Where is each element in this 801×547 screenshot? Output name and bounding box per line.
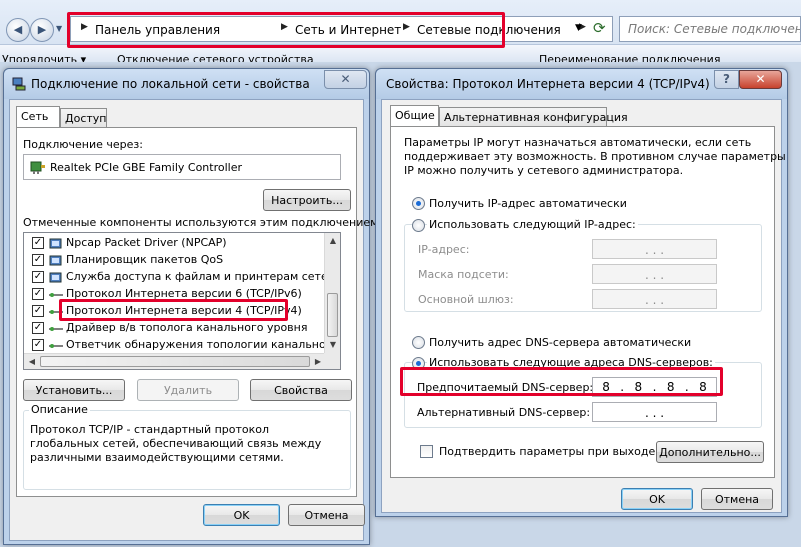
component-name: Драйвер в/в тополога канального уровня <box>66 321 308 334</box>
install-button[interactable]: Установить... <box>23 379 125 401</box>
general-tab-panel: Параметры IP могут назначаться автоматич… <box>390 126 786 478</box>
ipv4-highlight-box <box>59 299 288 321</box>
protocol-icon <box>49 344 63 348</box>
address-highlight-box <box>67 12 505 48</box>
description-group: Описание Протокол TCP/IP - стандартный п… <box>23 403 351 490</box>
component-checkbox[interactable]: ✓ <box>32 305 44 317</box>
ipv4-properties-title: Свойства: Протокол Интернета версии 4 (T… <box>386 77 710 91</box>
configure-button[interactable]: Настроить... <box>263 189 351 211</box>
manual-ip-label[interactable]: Использовать следующий IP-адрес: <box>427 218 638 231</box>
components-horizontal-scrollbar[interactable]: ◀ ▶ <box>24 353 326 369</box>
back-button[interactable]: ◀ <box>6 18 30 42</box>
lan-properties-close-button[interactable]: ✕ <box>324 70 367 89</box>
ipv4-properties-titlebar[interactable]: Свойства: Протокол Интернета версии 4 (T… <box>376 69 787 99</box>
network-service-icon <box>49 272 62 283</box>
subnet-mask-dots: . . . <box>644 268 665 282</box>
validate-on-exit-checkbox[interactable] <box>420 445 433 458</box>
forward-button[interactable]: ▶ <box>30 18 54 42</box>
network-adapter-icon <box>30 161 45 174</box>
help-button[interactable]: ? <box>714 70 739 89</box>
properties-button[interactable]: Свойства <box>250 379 352 401</box>
ipv4-properties-client: Общие Альтернативная конфигурация Параме… <box>381 99 786 513</box>
default-gateway-dots: . . . <box>644 293 665 307</box>
dns-highlight-box <box>400 367 723 396</box>
ipv4-ok-button[interactable]: OK <box>621 488 693 510</box>
component-name: Npcap Packet Driver (NPCAP) <box>66 236 227 249</box>
component-checkbox[interactable]: ✓ <box>32 271 44 283</box>
network-service-icon <box>49 255 62 266</box>
subnet-mask-field: . . . <box>592 264 717 284</box>
auto-ip-label[interactable]: Получить IP-адрес автоматически <box>429 197 627 210</box>
alternate-dns-label: Альтернативный DNS-сервер: <box>417 406 591 419</box>
auto-dns-radio[interactable] <box>412 336 425 349</box>
lan-properties-title: Подключение по локальной сети - свойства <box>31 77 310 91</box>
intro-line-1: Параметры IP могут назначаться автоматич… <box>404 136 752 149</box>
ip-address-dots: . . . <box>644 243 665 257</box>
intro-line-3: IP можно получить у сетевого администрат… <box>404 164 684 177</box>
list-item[interactable]: ✓ Драйвер в/в тополога канального уровня <box>24 320 326 337</box>
connect-via-label: Подключение через: <box>23 138 143 151</box>
search-placeholder: Поиск: Сетевые подключения <box>628 22 801 36</box>
network-connection-icon <box>12 77 26 91</box>
list-item[interactable]: ✓ Ответчик обнаружения топологии канальн… <box>24 337 340 354</box>
lan-cancel-button[interactable]: Отмена <box>288 504 365 526</box>
ip-address-label: IP-адрес: <box>418 243 470 256</box>
tab-alternate-configuration[interactable]: Альтернативная конфигурация <box>439 107 628 127</box>
alternate-dns-dots: . . . <box>644 406 665 420</box>
auto-dns-label[interactable]: Получить адрес DNS-сервера автоматически <box>429 336 691 349</box>
description-text: Протокол TCP/IP - стандартный протокол г… <box>30 423 322 464</box>
vertical-scroll-thumb[interactable] <box>327 293 338 337</box>
list-item[interactable]: ✓ Служба доступа к файлам и принтерам се… <box>24 269 340 286</box>
ipv4-properties-dialog: Свойства: Протокол Интернета версии 4 (T… <box>375 68 788 517</box>
list-item[interactable]: ✓ Npcap Packet Driver (NPCAP) <box>24 235 326 252</box>
address-dropdown-icon[interactable]: ▼ <box>575 23 582 33</box>
component-checkbox[interactable]: ✓ <box>32 254 44 266</box>
manual-ip-radio[interactable] <box>412 219 425 232</box>
advanced-button[interactable]: Дополнительно... <box>656 441 764 463</box>
search-input[interactable]: Поиск: Сетевые подключения <box>619 16 801 42</box>
components-vertical-scrollbar[interactable]: ▲ ▼ <box>324 233 340 353</box>
subnet-mask-label: Маска подсети: <box>418 268 509 281</box>
description-legend: Описание <box>29 403 90 416</box>
scroll-corner <box>324 353 340 369</box>
intro-line-2: поддерживает эту возможность. В противно… <box>404 150 786 163</box>
components-label: Отмеченные компоненты используются этим … <box>23 216 383 229</box>
default-gateway-field: . . . <box>592 289 717 309</box>
adapter-field: Realtek PCIe GBE Family Controller <box>23 154 341 180</box>
scroll-up-arrow-icon[interactable]: ▲ <box>325 233 340 249</box>
horizontal-scroll-thumb[interactable] <box>40 356 310 367</box>
tab-general[interactable]: Общие <box>390 105 439 127</box>
component-name: Ответчик обнаружения топологии канальног… <box>66 338 341 351</box>
component-name: Служба доступа к файлам и принтерам сете… <box>66 270 341 283</box>
organize-menu[interactable]: Упорядочить ▾ <box>2 53 86 62</box>
protocol-icon <box>49 327 63 331</box>
auto-ip-radio[interactable] <box>412 197 425 210</box>
lan-ok-button[interactable]: OK <box>203 504 280 526</box>
adapter-name: Realtek PCIe GBE Family Controller <box>50 161 243 174</box>
disable-device-command[interactable]: Отключение сетевого устройства <box>117 53 314 62</box>
tab-sharing[interactable]: Доступ <box>60 108 107 128</box>
default-gateway-label: Основной шлюз: <box>418 293 514 306</box>
component-name: Планировщик пакетов QoS <box>66 253 224 266</box>
component-checkbox[interactable]: ✓ <box>32 288 44 300</box>
ip-address-field: . . . <box>592 239 717 259</box>
recent-pages-chevron-icon[interactable]: ▼ <box>56 24 62 33</box>
refresh-icon[interactable]: ⟳ <box>593 19 606 37</box>
ipv4-close-button[interactable]: ✕ <box>739 70 782 89</box>
rename-connection-command[interactable]: Переименование подключения <box>539 53 720 62</box>
scroll-down-arrow-icon[interactable]: ▼ <box>325 337 340 353</box>
list-item[interactable]: ✓ Планировщик пакетов QoS <box>24 252 326 269</box>
scroll-left-arrow-icon[interactable]: ◀ <box>24 354 40 369</box>
component-checkbox[interactable]: ✓ <box>32 339 44 351</box>
ipv4-cancel-button[interactable]: Отмена <box>701 488 773 510</box>
tab-network[interactable]: Сеть <box>16 106 60 128</box>
lan-properties-titlebar[interactable]: Подключение по локальной сети - свойства… <box>4 69 369 99</box>
component-checkbox[interactable]: ✓ <box>32 322 44 334</box>
remove-button: Удалить <box>137 379 239 401</box>
network-service-icon <box>49 238 62 249</box>
alternate-dns-input[interactable]: . . . <box>592 402 717 422</box>
component-checkbox[interactable]: ✓ <box>32 237 44 249</box>
validate-on-exit-label[interactable]: Подтвердить параметры при выходе <box>439 445 655 458</box>
